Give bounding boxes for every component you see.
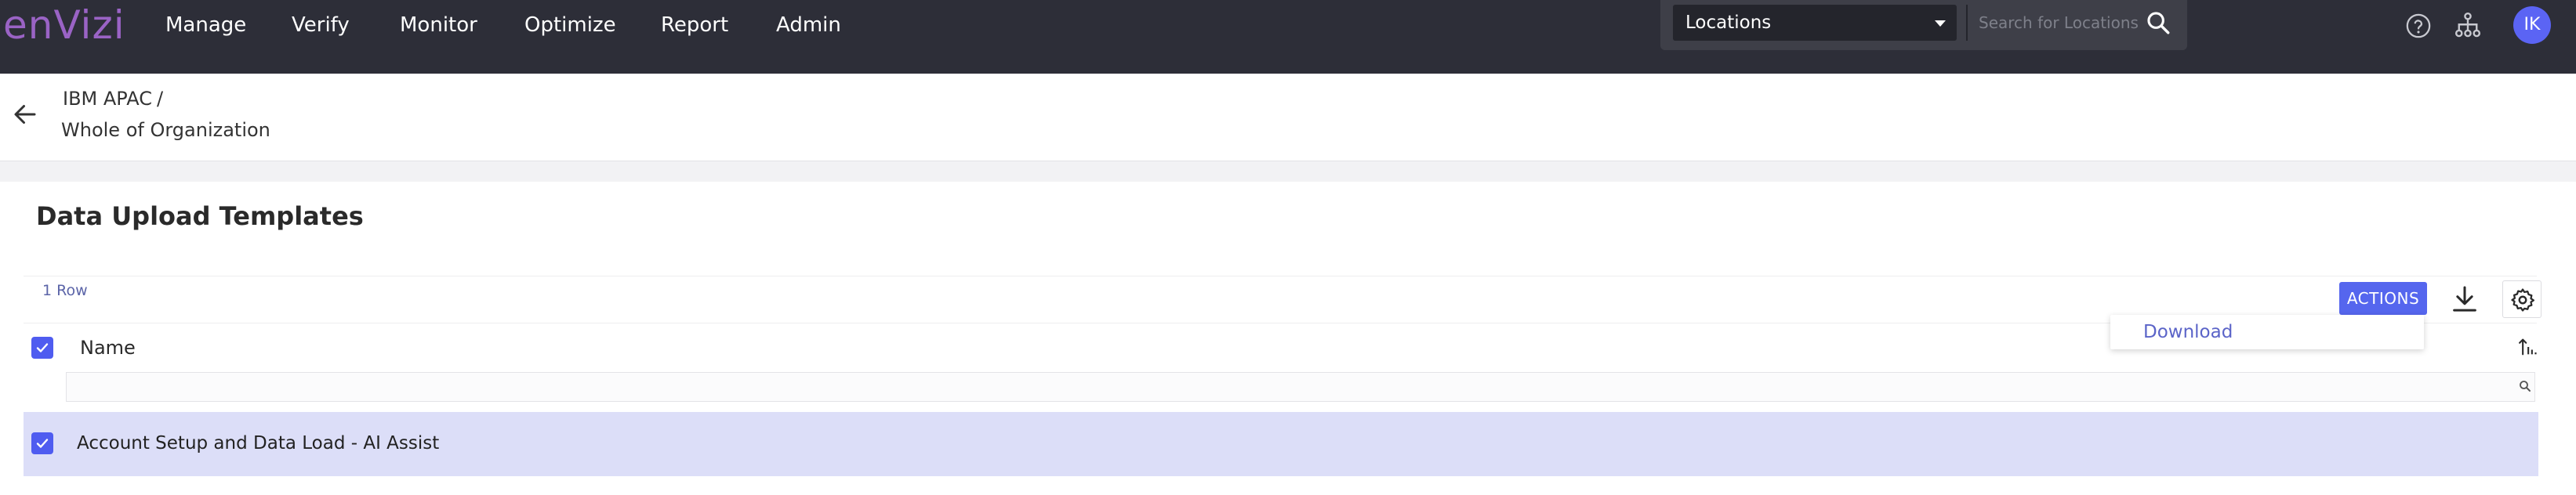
checkmark-icon [36, 343, 49, 352]
nav-manage[interactable]: Manage [165, 9, 246, 41]
nav-admin[interactable]: Admin [776, 9, 841, 41]
actions-dropdown-menu: Download [2110, 315, 2424, 349]
row-checkbox[interactable] [31, 432, 53, 454]
gear-icon [2511, 288, 2535, 312]
hierarchy-icon[interactable] [2454, 11, 2482, 39]
nav-monitor[interactable]: Monitor [400, 9, 477, 41]
back-arrow-icon[interactable] [11, 100, 39, 128]
column-header-name[interactable]: Name [80, 335, 136, 360]
name-filter-input[interactable] [66, 372, 2535, 402]
row-count-label: 1 Row [42, 282, 88, 299]
breadcrumb-current: Whole of Organization [61, 119, 270, 141]
nav-verify[interactable]: Verify [292, 9, 350, 41]
nav-optimize[interactable]: Optimize [524, 9, 616, 41]
menu-item-download[interactable]: Download [2143, 315, 2233, 349]
caret-down-icon [1935, 20, 1946, 27]
search-scope-select[interactable]: Locations [1673, 5, 1957, 41]
download-icon[interactable] [2449, 282, 2480, 316]
templates-card: Data Upload Templates 1 Row ACTIONS Down… [0, 182, 2576, 495]
envizi-logo[interactable]: enVizi [3, 3, 125, 47]
page-title: Data Upload Templates [36, 201, 364, 231]
user-avatar[interactable]: IK [2513, 6, 2551, 44]
select-all-checkbox[interactable] [31, 337, 53, 359]
nav-report[interactable]: Report [661, 9, 728, 41]
breadcrumb-separator: / [157, 88, 164, 110]
help-circle-icon[interactable] [2405, 13, 2432, 39]
search-input[interactable] [1968, 5, 2175, 41]
search-icon[interactable] [2145, 9, 2171, 36]
breadcrumb-parent-link[interactable]: IBM APAC [63, 86, 152, 111]
sort-icon[interactable] [2516, 335, 2538, 359]
location-search-panel: Locations [1660, 0, 2187, 50]
grid-settings-button[interactable] [2502, 280, 2542, 318]
row-name-cell: Account Setup and Data Load - AI Assist [77, 433, 440, 453]
search-scope-value: Locations [1685, 13, 1772, 33]
top-nav-bar: enVizi Manage Verify Monitor Optimize Re… [0, 0, 2576, 74]
breadcrumb: IBM APAC / Whole of Organization [0, 74, 2576, 161]
actions-button[interactable]: ACTIONS [2339, 282, 2427, 315]
checkmark-icon [36, 439, 49, 448]
